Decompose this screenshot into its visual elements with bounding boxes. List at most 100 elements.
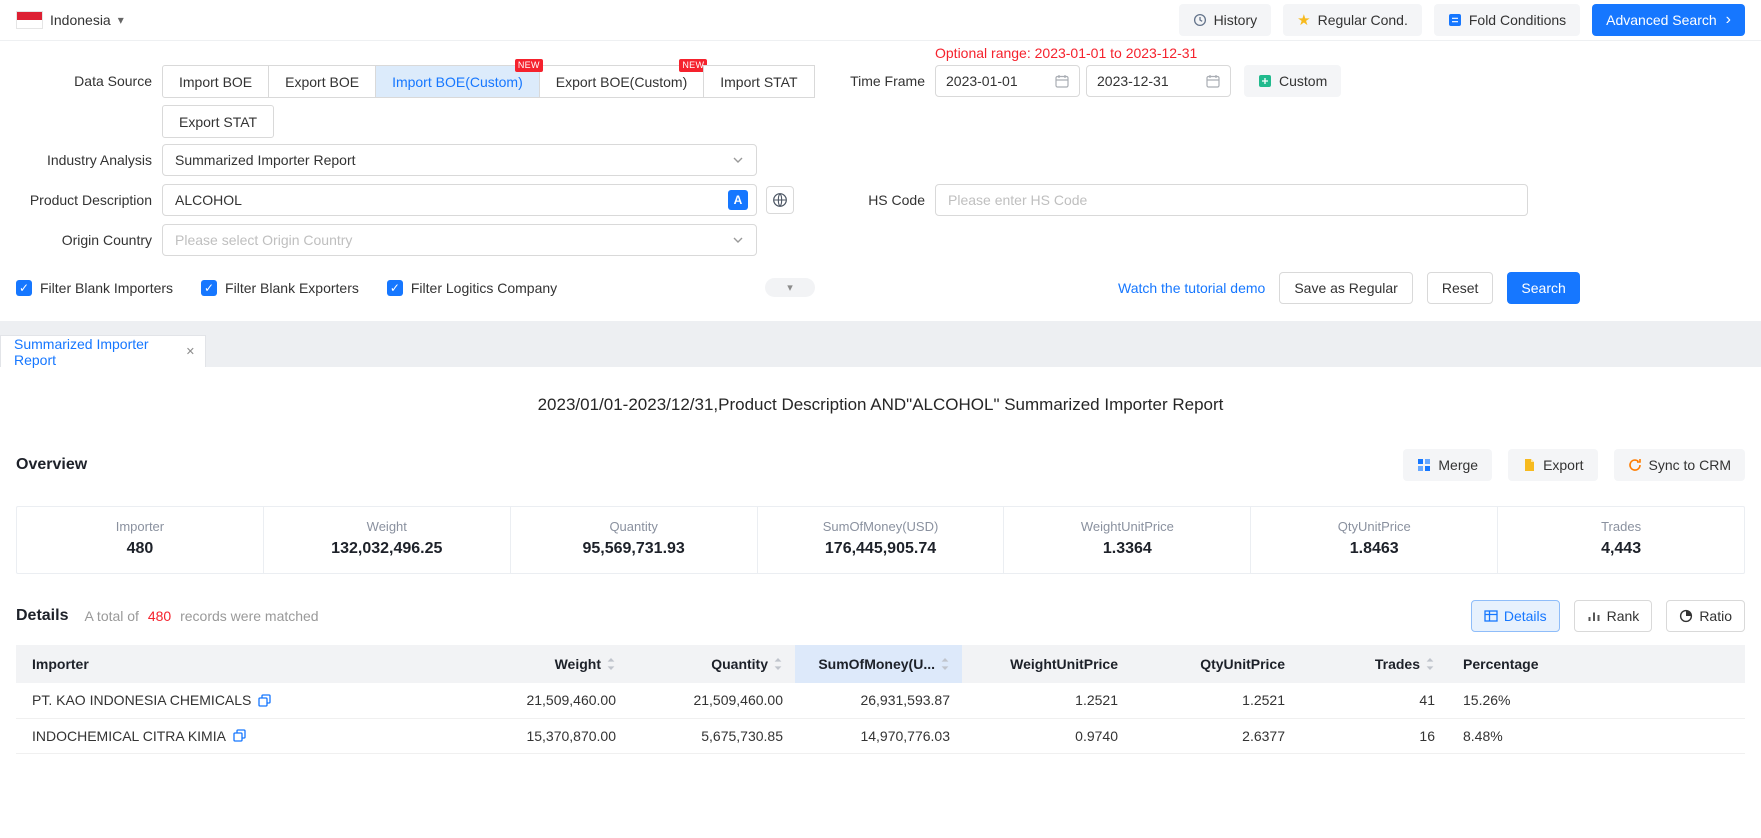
view-details-label: Details: [1504, 608, 1547, 624]
records-count: 480: [148, 608, 171, 624]
importer-name[interactable]: PT. KAO INDONESIA CHEMICALS: [32, 692, 251, 708]
translate-icon[interactable]: A: [728, 190, 748, 210]
calendar-icon: [1055, 74, 1069, 88]
qty-unit-price-cell: 2.6377: [1130, 718, 1297, 753]
stat-value: 1.8463: [1251, 540, 1497, 558]
custom-range-button[interactable]: Custom: [1244, 65, 1341, 97]
column-label: SumOfMoney(U...: [818, 656, 935, 672]
table-row: INDOCHEMICAL CITRA KIMIA 15,370,870.00 5…: [16, 718, 1745, 753]
records-summary: A total of 480 records were matched: [84, 608, 318, 624]
stat-qty-unit-price: QtyUnitPrice 1.8463: [1251, 507, 1498, 573]
search-button[interactable]: Search: [1507, 272, 1579, 304]
importer-name[interactable]: INDOCHEMICAL CITRA KIMIA: [32, 728, 226, 744]
sort-icon[interactable]: [940, 657, 950, 671]
regular-cond-label: Regular Cond.: [1318, 12, 1408, 28]
start-date-value[interactable]: [946, 73, 1055, 89]
start-date-input[interactable]: [935, 65, 1080, 97]
filter-blank-exporters-checkbox[interactable]: ✓ Filter Blank Exporters: [201, 280, 359, 296]
merge-button[interactable]: Merge: [1403, 449, 1492, 481]
column-header-quantity[interactable]: Quantity: [628, 645, 795, 683]
details-heading: Details: [16, 607, 68, 625]
column-label: WeightUnitPrice: [1010, 656, 1118, 672]
industry-analysis-select[interactable]: Summarized Importer Report: [162, 144, 757, 176]
view-ratio-button[interactable]: Ratio: [1666, 600, 1745, 632]
filter-blank-importers-checkbox[interactable]: ✓ Filter Blank Importers: [16, 280, 173, 296]
fold-conditions-button[interactable]: Fold Conditions: [1434, 4, 1580, 36]
summary-suffix: records were matched: [180, 608, 319, 624]
column-label: Percentage: [1463, 656, 1538, 672]
weight-unit-price-cell: 1.2521: [962, 683, 1130, 718]
stat-value: 480: [17, 540, 263, 558]
copy-icon[interactable]: [233, 729, 246, 742]
sort-icon[interactable]: [773, 657, 783, 671]
checkbox-checked-icon: ✓: [16, 280, 32, 296]
history-button[interactable]: History: [1179, 4, 1272, 36]
data-source-label: Data Source: [0, 65, 152, 97]
sort-icon[interactable]: [606, 657, 616, 671]
origin-country-label: Origin Country: [0, 224, 152, 256]
data-source-tab-export-boe[interactable]: Export BOE: [268, 65, 376, 98]
column-label: Importer: [32, 656, 89, 672]
end-date-input[interactable]: [1086, 65, 1231, 97]
export-label: Export: [1543, 457, 1583, 473]
save-as-regular-button[interactable]: Save as Regular: [1279, 272, 1413, 304]
filter-logistics-company-checkbox[interactable]: ✓ Filter Logitics Company: [387, 280, 557, 296]
tab-label: Import BOE: [179, 74, 252, 90]
custom-range-icon: [1258, 74, 1272, 88]
stat-label: Importer: [17, 519, 263, 534]
overview-toolbar: Merge Export Sync to CRM: [1403, 449, 1745, 481]
export-icon: [1522, 458, 1536, 472]
details-header: Details A total of 480 records were matc…: [0, 600, 1761, 632]
origin-country-placeholder: Please select Origin Country: [175, 232, 352, 248]
origin-country-select[interactable]: Please select Origin Country: [162, 224, 757, 256]
tab-summarized-importer-report[interactable]: Summarized Importer Report ✕: [0, 335, 206, 367]
advanced-search-button[interactable]: Advanced Search ›: [1592, 4, 1745, 36]
export-button[interactable]: Export: [1508, 449, 1597, 481]
data-source-tab-export-boe-custom[interactable]: Export BOE(Custom) NEW: [539, 65, 704, 98]
regular-cond-button[interactable]: ★ Regular Cond.: [1283, 4, 1422, 36]
tab-label: Export BOE(Custom): [556, 74, 687, 90]
column-header-weight-unit-price: WeightUnitPrice: [962, 645, 1130, 683]
trades-cell: 16: [1297, 718, 1447, 753]
data-source-tab-export-stat[interactable]: Export STAT: [162, 105, 274, 138]
reset-button[interactable]: Reset: [1427, 272, 1494, 304]
sum-of-money-cell: 26,931,593.87: [795, 683, 962, 718]
column-header-weight[interactable]: Weight: [468, 645, 628, 683]
close-icon[interactable]: ✕: [186, 345, 195, 358]
details-table: Importer Weight Quantity SumOfMoney(U...…: [16, 645, 1745, 754]
view-rank-label: Rank: [1607, 608, 1640, 624]
view-rank-button[interactable]: Rank: [1574, 600, 1653, 632]
view-ratio-label: Ratio: [1699, 608, 1732, 624]
result-tab-label: Summarized Importer Report: [14, 336, 186, 368]
overview-header: Overview Merge Export Sync to CRM: [0, 449, 1761, 481]
stat-quantity: Quantity 95,569,731.93: [511, 507, 758, 573]
hs-code-input[interactable]: [935, 184, 1528, 216]
expand-conditions-button[interactable]: ▾: [765, 278, 815, 297]
sort-icon[interactable]: [1425, 657, 1435, 671]
time-frame-label: Time Frame: [780, 65, 925, 97]
percentage-cell: 8.48%: [1447, 718, 1745, 753]
end-date-value[interactable]: [1097, 73, 1206, 89]
view-details-button[interactable]: Details: [1471, 600, 1560, 632]
sync-icon: [1628, 458, 1642, 472]
stat-value: 95,569,731.93: [511, 540, 757, 558]
chevron-down-icon: [732, 234, 744, 246]
column-header-sum-of-money[interactable]: SumOfMoney(U...: [795, 645, 962, 683]
product-description-input[interactable]: [175, 192, 728, 208]
percentage-cell: 15.26%: [1447, 683, 1745, 718]
importer-cell: PT. KAO INDONESIA CHEMICALS: [16, 683, 468, 718]
chevron-down-icon: [732, 154, 744, 166]
topbar-actions: History ★ Regular Cond. Fold Conditions …: [1179, 4, 1745, 36]
sync-to-crm-button[interactable]: Sync to CRM: [1614, 449, 1745, 481]
data-source-tabs: Import BOE Export BOE Import BOE(Custom)…: [162, 65, 815, 98]
stat-label: Weight: [264, 519, 510, 534]
tutorial-demo-link[interactable]: Watch the tutorial demo: [1118, 280, 1265, 296]
copy-icon[interactable]: [258, 694, 271, 707]
country-selector[interactable]: Indonesia ▾: [16, 11, 124, 29]
data-source-tab-import-boe-custom[interactable]: Import BOE(Custom) NEW: [375, 65, 540, 98]
sync-to-crm-label: Sync to CRM: [1649, 457, 1731, 473]
weight-cell: 15,370,870.00: [468, 718, 628, 753]
product-description-field: A: [162, 184, 757, 216]
data-source-tab-import-boe[interactable]: Import BOE: [162, 65, 269, 98]
column-header-trades[interactable]: Trades: [1297, 645, 1447, 683]
